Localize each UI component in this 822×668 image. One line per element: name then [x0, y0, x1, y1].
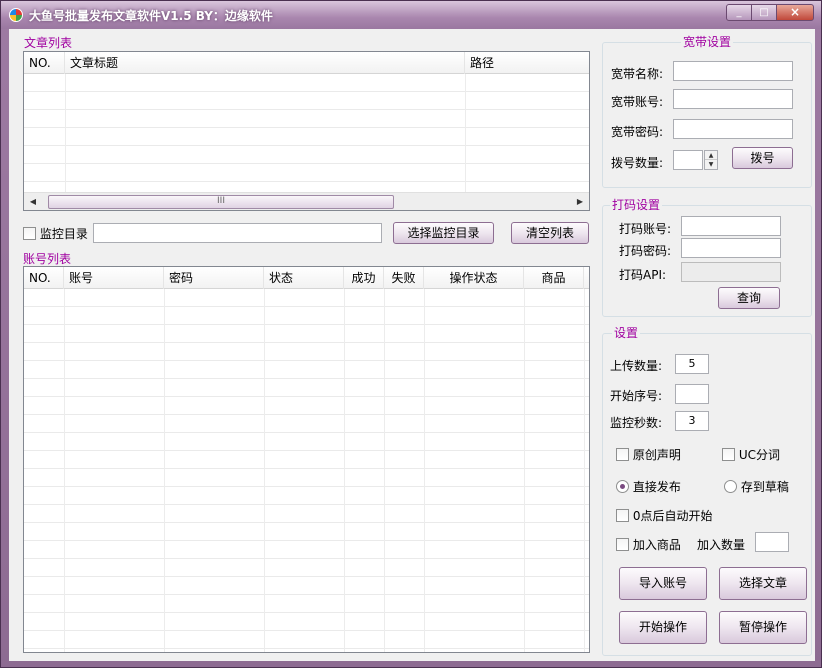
article-col-path[interactable]: 路径 [465, 52, 589, 74]
spin-down-icon[interactable]: ▼ [705, 160, 717, 169]
query-button[interactable]: 查询 [718, 287, 780, 309]
account-col-account[interactable]: 账号 [64, 267, 164, 289]
start-index-label: 开始序号: [610, 389, 663, 403]
account-list-table[interactable]: NO. 账号 密码 状态 成功 失败 操作状态 商品 [23, 266, 590, 653]
broadband-password-label: 宽带密码: [611, 125, 664, 139]
add-goods-label: 加入商品 [632, 538, 681, 552]
account-col-success[interactable]: 成功 [344, 267, 384, 289]
article-list-table[interactable]: NO. 文章标题 路径 ◀ III ▶ [23, 51, 590, 211]
broadband-account-input[interactable] [673, 89, 793, 109]
article-list-title: 文章列表 [24, 36, 73, 50]
upload-count-label: 上传数量: [610, 359, 663, 373]
article-col-no[interactable]: NO. [24, 52, 65, 74]
minimize-button[interactable]: _ [726, 4, 752, 21]
maximize-button[interactable]: □ [751, 4, 777, 21]
monitor-seconds-label: 监控秒数: [610, 416, 663, 430]
select-article-button[interactable]: 选择文章 [719, 567, 807, 600]
account-col-fail[interactable]: 失败 [384, 267, 424, 289]
broadband-settings-title: 宽带设置 [681, 35, 734, 49]
settings-group: 设置 上传数量: 5 开始序号: 监控秒数: 3 原创声明 UC分词 直接发布 … [602, 326, 812, 656]
main-window: 大鱼号批量发布文章软件V1.5 BY：边缘软件 _ □ × 文章列表 NO. 文… [0, 0, 822, 668]
checkbox-icon[interactable] [722, 448, 735, 461]
uc-segment-label: UC分词 [738, 448, 780, 462]
captcha-password-input[interactable] [681, 238, 781, 258]
captcha-account-label: 打码账号: [619, 222, 672, 236]
captcha-settings-title: 打码设置 [610, 198, 663, 212]
radio-selected-icon[interactable] [616, 480, 629, 493]
upload-count-input[interactable]: 5 [675, 354, 709, 374]
monitor-seconds-input[interactable]: 3 [675, 411, 709, 431]
monitor-path-input[interactable] [93, 223, 382, 243]
scroll-thumb[interactable]: III [48, 195, 394, 209]
save-draft-radio[interactable]: 存到草稿 [724, 478, 789, 495]
start-operation-button[interactable]: 开始操作 [619, 611, 707, 644]
checkbox-icon[interactable] [616, 538, 629, 551]
original-declaration-checkbox[interactable]: 原创声明 [616, 446, 681, 463]
scroll-right-icon[interactable]: ▶ [573, 196, 587, 208]
scroll-left-icon[interactable]: ◀ [26, 196, 40, 208]
account-list-rows[interactable] [24, 289, 589, 652]
captcha-password-label: 打码密码: [619, 244, 672, 258]
app-logo-icon [9, 8, 23, 22]
spin-up-icon[interactable]: ▲ [705, 151, 717, 160]
add-goods-checkbox[interactable]: 加入商品 [616, 536, 681, 553]
dial-button[interactable]: 拨号 [732, 147, 793, 169]
close-button[interactable]: × [776, 4, 814, 21]
pause-operation-button[interactable]: 暂停操作 [719, 611, 807, 644]
dial-count-label: 拨号数量: [611, 156, 664, 170]
dial-count-input[interactable] [673, 150, 703, 170]
account-list-header: NO. 账号 密码 状态 成功 失败 操作状态 商品 [24, 267, 589, 289]
direct-publish-radio[interactable]: 直接发布 [616, 478, 681, 495]
start-index-input[interactable] [675, 384, 709, 404]
settings-title: 设置 [612, 326, 641, 340]
clear-list-button[interactable]: 清空列表 [511, 222, 589, 244]
original-declaration-label: 原创声明 [632, 448, 681, 462]
title-bar[interactable]: 大鱼号批量发布文章软件V1.5 BY：边缘软件 _ □ × [1, 1, 821, 29]
account-col-goods[interactable]: 商品 [524, 267, 584, 289]
client-area: 文章列表 NO. 文章标题 路径 ◀ III ▶ 监控目录 选择监控目录 清空列 [9, 29, 815, 661]
monitor-directory-label: 监控目录 [39, 227, 88, 241]
article-horizontal-scrollbar[interactable]: ◀ III ▶ [24, 192, 589, 210]
account-col-password[interactable]: 密码 [164, 267, 264, 289]
add-count-input[interactable] [755, 532, 789, 552]
dial-count-spinner[interactable]: ▲ ▼ [704, 150, 718, 170]
select-monitor-directory-button[interactable]: 选择监控目录 [393, 222, 494, 244]
uc-segment-checkbox[interactable]: UC分词 [722, 446, 780, 463]
article-col-title[interactable]: 文章标题 [65, 52, 465, 74]
account-col-operation-status[interactable]: 操作状态 [424, 267, 524, 289]
account-col-no[interactable]: NO. [24, 267, 64, 289]
auto-start-checkbox[interactable]: 0点后自动开始 [616, 507, 712, 524]
captcha-api-input[interactable] [681, 262, 781, 282]
captcha-settings-group: 打码设置 打码账号: 打码密码: 打码API: 查询 [602, 198, 812, 317]
article-list-header: NO. 文章标题 路径 [24, 52, 589, 74]
direct-publish-label: 直接发布 [632, 480, 681, 494]
account-col-status[interactable]: 状态 [264, 267, 344, 289]
checkbox-icon[interactable] [616, 448, 629, 461]
broadband-account-label: 宽带账号: [611, 95, 664, 109]
captcha-api-label: 打码API: [619, 268, 667, 282]
save-draft-label: 存到草稿 [740, 480, 789, 494]
account-list-title: 账号列表 [23, 252, 72, 266]
captcha-account-input[interactable] [681, 216, 781, 236]
broadband-name-input[interactable] [673, 61, 793, 81]
import-accounts-button[interactable]: 导入账号 [619, 567, 707, 600]
broadband-name-label: 宽带名称: [611, 67, 664, 81]
radio-icon[interactable] [724, 480, 737, 493]
article-list-rows[interactable] [24, 74, 589, 192]
checkbox-icon[interactable] [616, 509, 629, 522]
monitor-directory-checkbox[interactable]: 监控目录 [23, 225, 88, 242]
auto-start-label: 0点后自动开始 [632, 509, 713, 523]
broadband-settings-group: 宽带设置 宽带名称: 宽带账号: 宽带密码: 拨号数量: ▲ ▼ 拨号 [602, 35, 812, 188]
add-count-label: 加入数量 [697, 538, 746, 552]
checkbox-icon[interactable] [23, 227, 36, 240]
broadband-password-input[interactable] [673, 119, 793, 139]
window-title: 大鱼号批量发布文章软件V1.5 BY：边缘软件 [29, 9, 273, 23]
